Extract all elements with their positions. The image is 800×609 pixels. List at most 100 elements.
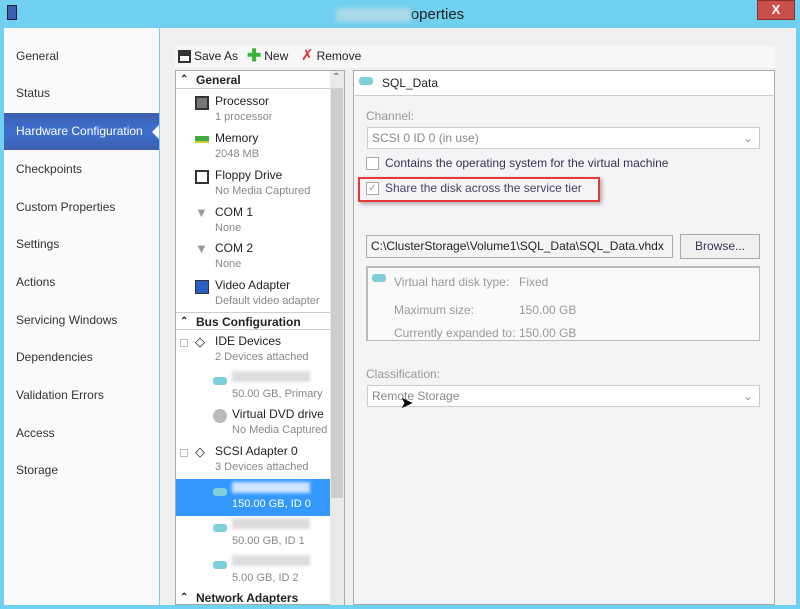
close-button[interactable]: X — [757, 0, 795, 20]
item-detail: 2 Devices attached — [215, 351, 309, 363]
share-checkbox-label: Share the disk across the service tier — [385, 181, 582, 195]
blurred-disk-name — [232, 555, 310, 566]
remove-button[interactable]: ✗ Remove — [301, 47, 361, 64]
hardware-tree: ⌃ General Processor 1 processor Memory 2048… — [175, 70, 345, 605]
vhd-type-label: Virtual hard disk type: — [394, 275, 510, 289]
com-port-icon: ▼ — [195, 241, 208, 256]
detail-header: SQL_Data — [354, 71, 774, 96]
toolbar: Save As ✚ New ✗ Remove — [175, 46, 775, 68]
tree-item-com1[interactable]: ▼ COM 1 None — [176, 205, 331, 242]
tree-item-video-adapter[interactable]: Video Adapter Default video adapter — [176, 278, 331, 315]
channel-value: SCSI 0 ID 0 (in use) — [372, 131, 479, 145]
os-checkbox[interactable] — [366, 157, 379, 170]
com-port-icon: ▼ — [195, 205, 208, 220]
tree-item-memory[interactable]: Memory 2048 MB — [176, 131, 331, 168]
window-title-text: operties — [410, 6, 465, 23]
nav-storage[interactable]: Storage — [4, 452, 159, 489]
chevron-down-icon: ⌄ — [742, 389, 753, 403]
os-checkbox-label: Contains the operating system for the vi… — [385, 156, 669, 170]
section-general[interactable]: ⌃ General — [176, 71, 331, 89]
max-size-value: 150.00 GB — [519, 303, 577, 317]
collapse-icon: ⌃ — [180, 316, 189, 327]
nav-settings[interactable]: Settings — [4, 226, 159, 263]
item-name: Video Adapter — [215, 278, 291, 292]
disk-icon — [213, 377, 227, 385]
expander-icon[interactable] — [180, 339, 188, 347]
processor-icon — [195, 96, 209, 110]
vhd-type-value: Fixed — [519, 275, 549, 289]
nav-actions[interactable]: Actions — [4, 264, 159, 301]
classification-value: Remote Storage — [372, 389, 460, 403]
nav-validation-errors[interactable]: Validation Errors — [4, 377, 159, 414]
tree-item-scsi-disk-1[interactable]: 50.00 GB, ID 1 — [176, 518, 331, 555]
nav-status[interactable]: Status — [4, 75, 159, 112]
vhd-path-field[interactable]: C:\ClusterStorage\Volume1\SQL_Data\SQL_D… — [366, 235, 673, 258]
tree-item-processor[interactable]: Processor 1 processor — [176, 94, 331, 131]
tree-item-dvd-drive[interactable]: Virtual DVD drive No Media Captured — [176, 407, 331, 444]
scrollbar-thumb[interactable] — [331, 88, 343, 498]
item-detail: 150.00 GB, ID 0 — [232, 498, 311, 510]
mouse-cursor-icon: ➤ — [400, 395, 414, 412]
channel-select[interactable]: SCSI 0 ID 0 (in use) ⌄ — [367, 127, 760, 149]
nav-general[interactable]: General — [4, 38, 159, 75]
item-detail: None — [215, 258, 242, 270]
item-name: COM 1 — [215, 205, 254, 219]
monitor-icon — [195, 280, 209, 294]
collapse-icon: ⌃ — [180, 592, 189, 603]
item-detail: None — [215, 222, 242, 234]
section-network-adapters[interactable]: ⌃ Network Adapters — [176, 589, 331, 605]
section-label: Network Adapters — [196, 591, 299, 605]
disk-icon — [213, 561, 227, 569]
new-button[interactable]: ✚ New — [247, 46, 288, 65]
disk-icon — [213, 524, 227, 532]
expanded-label: Currently expanded to: — [394, 326, 516, 340]
plus-icon: ✚ — [247, 46, 262, 65]
bus-icon: ◇ — [195, 334, 205, 349]
item-name: SCSI Adapter 0 — [215, 444, 298, 458]
item-name: COM 2 — [215, 241, 254, 255]
disk-icon — [359, 77, 373, 85]
item-name: Processor — [215, 94, 270, 108]
item-detail: 1 processor — [215, 111, 273, 123]
save-as-button[interactable]: Save As — [178, 49, 238, 63]
save-icon — [178, 49, 191, 63]
nav-checkpoints[interactable]: Checkpoints — [4, 151, 159, 188]
tree-item-ide-devices[interactable]: ◇ IDE Devices 2 Devices attached — [176, 334, 331, 371]
item-detail: 5.00 GB, ID 2 — [232, 572, 299, 584]
nav-custom-properties[interactable]: Custom Properties — [4, 189, 159, 226]
dvd-icon — [213, 409, 227, 423]
channel-label: Channel: — [366, 109, 415, 123]
section-label: Bus Configuration — [196, 315, 301, 329]
item-name: Memory — [215, 131, 259, 145]
chevron-down-icon: ⌄ — [742, 131, 753, 145]
tree-item-ide-disk[interactable]: 50.00 GB, Primary — [176, 371, 331, 408]
classification-label: Classification: — [366, 367, 441, 381]
share-checkbox[interactable]: ✓ — [366, 182, 379, 195]
section-bus-configuration[interactable]: ⌃ Bus Configuration — [176, 312, 331, 330]
nav-servicing-windows[interactable]: Servicing Windows — [4, 302, 159, 339]
nav-dependencies[interactable]: Dependencies — [4, 339, 159, 376]
blurred-disk-name — [232, 518, 310, 529]
tree-item-scsi-disk-0[interactable]: 150.00 GB, ID 0 — [176, 479, 331, 516]
tree-item-floppy[interactable]: Floppy Drive No Media Captured — [176, 168, 331, 205]
nav-access[interactable]: Access — [4, 415, 159, 452]
tree-item-scsi-disk-2[interactable]: 5.00 GB, ID 2 — [176, 555, 331, 592]
nav-hardware-configuration[interactable]: Hardware Configuration — [4, 113, 159, 150]
tree-item-com2[interactable]: ▼ COM 2 None — [176, 241, 331, 278]
item-detail: 2048 MB — [215, 148, 260, 160]
disk-icon — [372, 274, 386, 282]
item-detail: No Media Captured — [215, 185, 311, 197]
save-as-label: Save As — [194, 49, 239, 63]
remove-icon: ✗ — [301, 47, 314, 64]
scroll-up-icon[interactable]: ⌃ — [332, 72, 340, 83]
section-label: General — [196, 73, 241, 87]
window-title: operties — [0, 6, 800, 23]
tree-item-scsi-adapter[interactable]: ◇ SCSI Adapter 0 3 Devices attached — [176, 444, 331, 481]
vhd-path: C:\ClusterStorage\Volume1\SQL_Data\SQL_D… — [371, 239, 664, 253]
memory-icon — [195, 136, 209, 143]
item-name: IDE Devices — [215, 334, 282, 348]
classification-select[interactable]: Remote Storage ⌄ — [367, 385, 760, 407]
expander-icon[interactable] — [180, 449, 188, 457]
browse-button[interactable]: Browse... — [680, 234, 760, 259]
vhd-info-box: Virtual hard disk type: Fixed Maximum si… — [366, 266, 760, 341]
